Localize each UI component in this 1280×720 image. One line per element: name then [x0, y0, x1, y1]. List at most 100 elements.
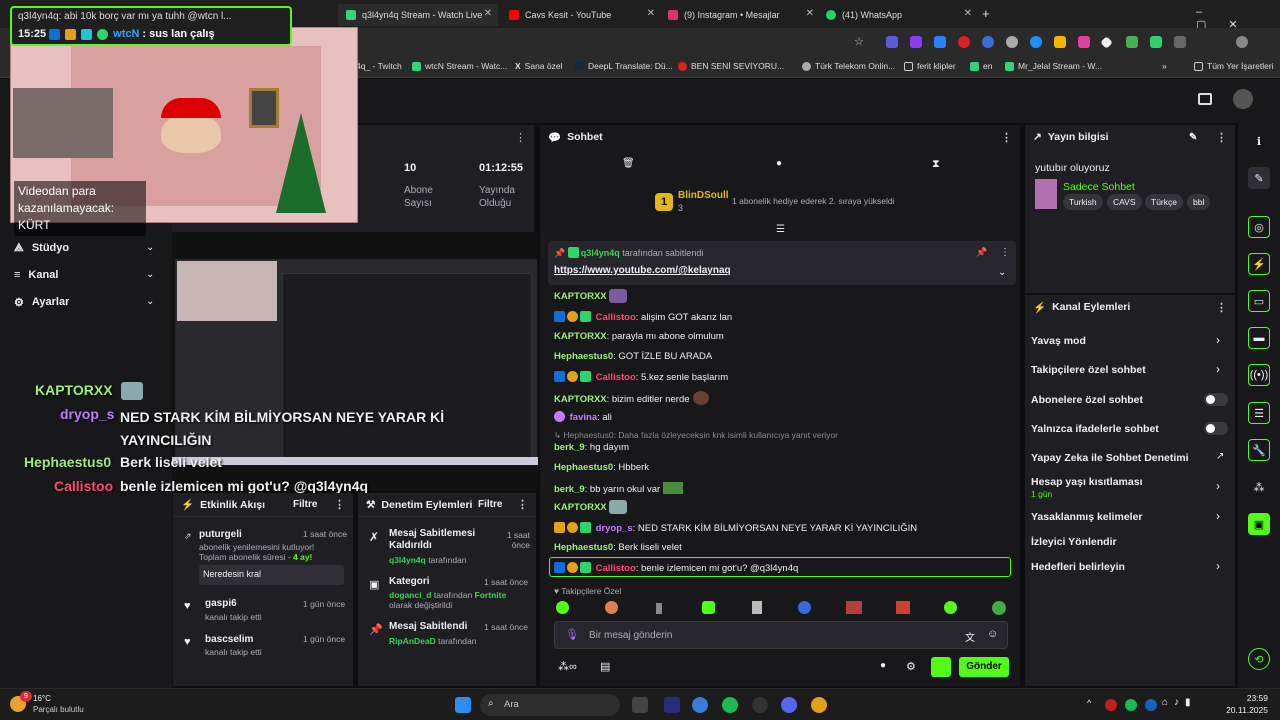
stream-tag[interactable]: Turkish: [1063, 194, 1103, 210]
more-icon[interactable]: ⋮: [334, 498, 345, 511]
tab-1[interactable]: q3l4yn4q Stream - Watch Live ✕: [338, 4, 498, 26]
clock-time[interactable]: 23:59: [1220, 693, 1268, 703]
chat-message[interactable]: KAPTORXX: parayla mı abone olmulum: [554, 331, 724, 342]
chat-message[interactable]: Callistoo: 5.kez senle başlarım: [554, 371, 728, 383]
extensions-icon[interactable]: [1174, 36, 1186, 48]
wrench-icon[interactable]: 🔧: [1248, 439, 1270, 461]
kick-extension-icon[interactable]: [931, 657, 951, 677]
tray-icon[interactable]: [1105, 699, 1117, 711]
chat-message[interactable]: KAPTORXX: [554, 500, 627, 514]
chevron-down-icon[interactable]: ⌄: [146, 296, 154, 307]
chat-message[interactable]: Callistoo: alişim GOT akarız lan: [554, 311, 732, 323]
windows-start-icon[interactable]: [455, 697, 471, 713]
chrome-icon[interactable]: [811, 697, 827, 713]
chevron-right-icon[interactable]: ›: [1216, 479, 1220, 493]
emote-menu-icon[interactable]: ⁂∞: [558, 660, 577, 673]
apps-icon[interactable]: ⁂: [1248, 476, 1270, 498]
chat-message[interactable]: Callistoo: benle izlemicen mi got'u? @q3…: [554, 562, 798, 574]
emoji-icon[interactable]: ☺: [987, 628, 998, 640]
bookmark[interactable]: Türk Telekom Onlin...: [802, 61, 895, 71]
premiere-icon[interactable]: [664, 697, 680, 713]
extension-icon[interactable]: [934, 36, 946, 48]
discord-icon[interactable]: [781, 697, 797, 713]
kick-icon[interactable]: ▣: [1248, 513, 1270, 535]
chevron-right-icon[interactable]: ›: [1216, 559, 1220, 573]
info-icon[interactable]: ℹ: [1248, 130, 1270, 152]
extension-icon[interactable]: [1078, 36, 1090, 48]
translate-icon[interactable]: 文: [965, 629, 975, 644]
filter-button[interactable]: Filtre: [478, 499, 502, 510]
chevron-down-icon[interactable]: ⌄: [998, 267, 1006, 278]
bookmark[interactable]: Mr_Jelal Stream - W...: [1005, 61, 1102, 71]
unpin-icon[interactable]: 📌: [976, 247, 987, 258]
clock-date[interactable]: 20.11.2025: [1220, 705, 1268, 715]
chevron-icon[interactable]: »: [1162, 61, 1167, 71]
more-icon[interactable]: ⋮: [515, 131, 526, 144]
spotify-icon[interactable]: [722, 697, 738, 713]
bookmark[interactable]: en: [970, 61, 992, 71]
close-icon[interactable]: ✕: [964, 8, 972, 19]
store-icon[interactable]: ▤: [600, 660, 610, 673]
app-icon[interactable]: [752, 697, 768, 713]
chevron-down-icon[interactable]: ⌄: [146, 242, 154, 253]
chat-icon[interactable]: ▬: [1248, 327, 1270, 349]
close-icon[interactable]: ✕: [484, 8, 492, 19]
scan-icon[interactable]: ◎: [1248, 216, 1270, 238]
trash-icon[interactable]: 🗑: [622, 158, 635, 169]
close-icon[interactable]: ✕: [647, 8, 655, 19]
action-slow-mode[interactable]: Yavaş mod: [1031, 335, 1086, 347]
edit-icon[interactable]: ✎: [1189, 132, 1197, 143]
action-banned-words[interactable]: Yasaklanmış kelimeler: [1031, 511, 1143, 523]
chat-message[interactable]: Hephaestus0: GOT İZLE BU ARADA: [554, 351, 712, 362]
tray-icon[interactable]: [1145, 699, 1157, 711]
chat-message[interactable]: Hephaestus0: Berk liseli velet: [554, 542, 682, 553]
emote-icon[interactable]: [944, 601, 957, 614]
action-goals[interactable]: Hedefleri belirleyin: [1031, 561, 1125, 573]
broadcast-icon[interactable]: ((•)): [1248, 364, 1270, 386]
chat-message[interactable]: dryop_s: NED STARK KİM BİLMİYORSAN NEYE …: [554, 522, 917, 534]
extension-icon[interactable]: [1126, 36, 1138, 48]
tray-icon[interactable]: [1125, 699, 1137, 711]
emote-icon[interactable]: [992, 601, 1006, 615]
more-icon[interactable]: ⋮: [1001, 131, 1012, 144]
stream-preview[interactable]: [172, 233, 538, 491]
external-link-icon[interactable]: ↗: [1216, 451, 1224, 462]
nav-kanal[interactable]: ≡ Kanal: [14, 269, 58, 281]
tab-2[interactable]: Cavs Kesit - YouTube ✕: [501, 4, 661, 26]
search-box[interactable]: ⌕ Ara: [480, 694, 620, 716]
extension-icon[interactable]: [1030, 36, 1042, 48]
new-tab-button[interactable]: +: [982, 6, 990, 21]
action-ai-moderation[interactable]: Yapay Zeka ile Sohbet Denetimi: [1031, 452, 1189, 464]
filter-button[interactable]: Filtre: [293, 499, 317, 510]
emote-icon[interactable]: [896, 601, 910, 614]
pin-link[interactable]: https://www.youtube.com/@kelaynaq: [554, 265, 731, 276]
bookmark[interactable]: BEN SENİ SEVİYORU...: [678, 61, 784, 71]
emote-icon[interactable]: [798, 601, 811, 614]
action-followers-only[interactable]: Takipçilere özel sohbet: [1031, 364, 1146, 376]
emote-icon[interactable]: [605, 601, 618, 614]
chevron-right-icon[interactable]: ›: [1216, 333, 1220, 347]
stream-tag[interactable]: CAVS: [1107, 194, 1142, 210]
bookmark[interactable]: wtcN Stream - Watc...: [412, 61, 507, 71]
chat-message[interactable]: berk_9: bb yarın okul var: [554, 482, 684, 495]
emote-icon[interactable]: [556, 601, 569, 614]
emote-only-toggle[interactable]: [1204, 422, 1228, 435]
studio-icon[interactable]: [1198, 93, 1212, 105]
kick-logo-icon[interactable]: ⟲: [1248, 648, 1270, 670]
tab-4[interactable]: (41) WhatsApp ✕: [818, 4, 978, 26]
chat-input[interactable]: 🎙 Bir mesaj gönderin 文 ☺: [554, 621, 1008, 649]
extension-icon[interactable]: [1006, 36, 1018, 48]
nav-ayarlar[interactable]: ⚙ Ayarlar: [14, 296, 69, 309]
action-raid[interactable]: İzleyici Yönlendir: [1031, 536, 1117, 548]
extension-icon[interactable]: [910, 36, 922, 48]
chevron-right-icon[interactable]: ›: [1216, 362, 1220, 376]
chat-message[interactable]: KAPTORXX: [554, 289, 627, 303]
star-icon[interactable]: ☆: [854, 35, 864, 48]
emote-icon[interactable]: [846, 601, 862, 614]
chat-settings-icon[interactable]: ●: [880, 660, 886, 671]
more-icon[interactable]: ⋮: [1000, 247, 1010, 258]
more-icon[interactable]: ⋮: [517, 498, 528, 511]
more-icon[interactable]: ⋮: [1216, 301, 1227, 314]
chevron-right-icon[interactable]: ›: [1216, 509, 1220, 523]
emote-icon[interactable]: [702, 601, 715, 614]
